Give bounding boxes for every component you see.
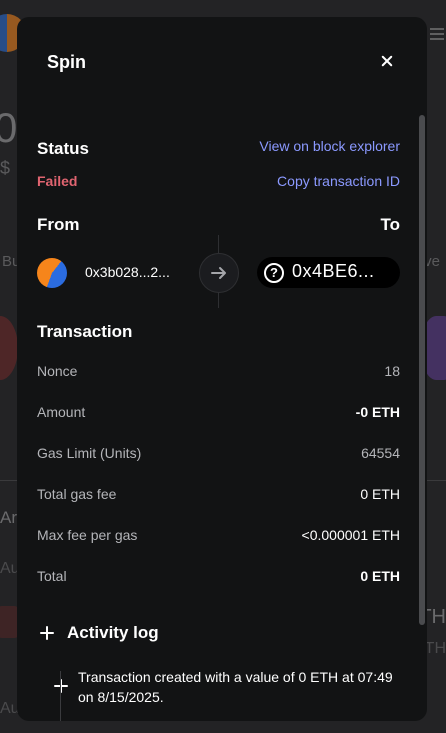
modal-title: Spin	[47, 52, 86, 72]
from-address[interactable]: 0x3b028...2...	[85, 264, 170, 280]
activity-log-heading[interactable]: Activity log	[67, 623, 159, 643]
gas-limit-value: 64554	[361, 445, 400, 461]
connector-line	[218, 235, 219, 253]
max-fee-per-gas-label: Max fee per gas	[37, 527, 138, 543]
modal-scrollbar[interactable]	[419, 115, 425, 625]
activity-entry-icon	[54, 679, 68, 693]
status-badge: Failed	[37, 173, 78, 189]
transaction-details-modal: Spin Status Failed View on block explore…	[17, 17, 427, 721]
amount-value: -0 ETH	[355, 404, 400, 420]
total-gas-fee-value: 0 ETH	[360, 486, 400, 502]
background-red-icon	[0, 316, 18, 380]
transaction-heading: Transaction	[37, 322, 133, 341]
amount-label: Amount	[37, 404, 86, 420]
total-gas-fee-label: Total gas fee	[37, 486, 117, 502]
to-address: 0x4BE6...	[292, 261, 375, 281]
background-item-title: Ar	[0, 508, 17, 527]
from-heading: From	[37, 215, 80, 234]
hamburger-menu-icon	[430, 28, 444, 30]
fiat-balance: $	[0, 158, 11, 178]
copy-transaction-id-link[interactable]: Copy transaction ID	[277, 173, 400, 189]
arrow-right-icon	[199, 253, 239, 293]
status-heading: Status	[37, 139, 89, 158]
to-heading: To	[380, 215, 400, 234]
total-value: 0 ETH	[360, 568, 400, 584]
activity-log-entry: Transaction created with a value of 0 ET…	[78, 669, 393, 705]
connector-line	[218, 292, 219, 308]
expand-activity-log-icon[interactable]	[40, 626, 54, 640]
activity-timeline-line	[60, 671, 61, 721]
background-right-subtitle: TH	[424, 640, 446, 657]
from-account-avatar	[37, 258, 67, 288]
view-on-block-explorer-link[interactable]: View on block explorer	[259, 138, 400, 154]
gas-limit-label: Gas Limit (Units)	[37, 445, 142, 461]
max-fee-per-gas-value: <0.000001 ETH	[301, 527, 400, 543]
balance-amount: 0	[0, 104, 18, 151]
close-icon[interactable]	[377, 52, 397, 72]
to-address-pill[interactable]: ? 0x4BE6...	[257, 257, 400, 288]
nonce-value: 18	[384, 363, 400, 379]
nonce-label: Nonce	[37, 363, 78, 379]
total-label: Total	[37, 568, 67, 584]
question-circle-icon: ?	[264, 263, 284, 283]
